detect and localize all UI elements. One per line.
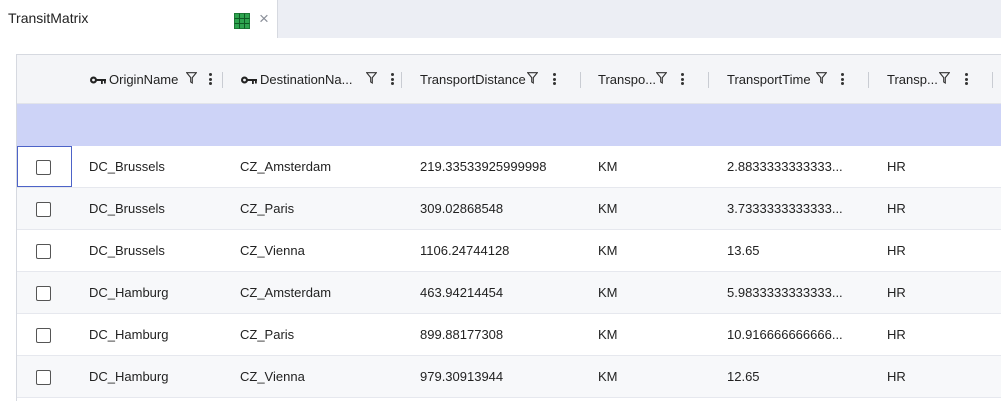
cell-distance-unit[interactable]: KM	[598, 146, 618, 188]
filter-icon[interactable]	[816, 72, 827, 84]
filter-icon[interactable]	[186, 72, 197, 84]
column-divider[interactable]	[992, 72, 993, 88]
table-row[interactable]: DC_Hamburg CZ_Amsterdam 463.94214454 KM …	[17, 272, 1001, 314]
row-select-checkbox[interactable]	[36, 160, 51, 175]
table-row[interactable]: DC_Brussels CZ_Paris 309.02868548 KM 3.7…	[17, 188, 1001, 230]
cell-time[interactable]: 12.65	[727, 356, 760, 398]
cell-distance-unit[interactable]: KM	[598, 314, 618, 356]
cell-time-unit[interactable]: HR	[887, 356, 906, 398]
cell-time-unit[interactable]: HR	[887, 146, 906, 188]
table-grid-icon	[234, 13, 250, 29]
cell-time[interactable]: 10.916666666666...	[727, 314, 843, 356]
cell-distance[interactable]: 1106.24744128	[420, 230, 509, 272]
cell-origin[interactable]: DC_Brussels	[89, 146, 165, 188]
row-select-checkbox[interactable]	[36, 370, 51, 385]
cell-distance-unit[interactable]: KM	[598, 230, 618, 272]
column-menu-icon[interactable]	[389, 72, 395, 86]
filter-icon[interactable]	[656, 72, 667, 84]
grid-header: OriginName DestinationNa... TransportDis…	[17, 55, 1001, 104]
tab-title: TransitMatrix	[8, 10, 89, 26]
row-select-checkbox[interactable]	[36, 328, 51, 343]
key-icon	[90, 76, 106, 84]
cell-distance[interactable]: 463.94214454	[420, 272, 503, 314]
column-menu-icon[interactable]	[679, 72, 685, 86]
row-select-checkbox[interactable]	[36, 244, 51, 259]
column-header-label: TransportDistance	[420, 72, 526, 87]
cell-time-unit[interactable]: HR	[887, 230, 906, 272]
tab-transit-matrix[interactable]: TransitMatrix ×	[0, 0, 278, 38]
cell-distance-unit[interactable]: KM	[598, 272, 618, 314]
column-divider[interactable]	[222, 72, 223, 88]
cell-origin[interactable]: DC_Brussels	[89, 230, 165, 272]
column-header-label: DestinationNa...	[260, 72, 353, 87]
cell-destination[interactable]: CZ_Vienna	[240, 356, 305, 398]
column-header-transport-distance[interactable]: TransportDistance	[420, 55, 526, 104]
cell-time-unit[interactable]: HR	[887, 188, 906, 230]
cell-destination[interactable]: CZ_Vienna	[240, 230, 305, 272]
table-row[interactable]: DC_Brussels CZ_Amsterdam 219.33533925999…	[17, 146, 1001, 188]
cell-time[interactable]: 13.65	[727, 230, 760, 272]
column-header-transport-time[interactable]: TransportTime	[727, 55, 811, 104]
cell-distance-unit[interactable]: KM	[598, 188, 618, 230]
column-divider[interactable]	[401, 72, 402, 88]
cell-distance[interactable]: 309.02868548	[420, 188, 503, 230]
key-icon	[241, 76, 257, 84]
cell-time-unit[interactable]: HR	[887, 314, 906, 356]
filter-icon[interactable]	[527, 72, 538, 84]
column-menu-icon[interactable]	[839, 72, 845, 86]
column-header-destination-name[interactable]: DestinationNa...	[240, 55, 353, 104]
table-row[interactable]: DC_Hamburg CZ_Paris 899.88177308 KM 10.9…	[17, 314, 1001, 356]
cell-destination[interactable]: CZ_Amsterdam	[240, 272, 331, 314]
table-row[interactable]: DC_Hamburg CZ_Vienna 979.30913944 KM 12.…	[17, 356, 1001, 398]
column-header-label: TransportTime	[727, 72, 811, 87]
cell-origin[interactable]: DC_Hamburg	[89, 272, 168, 314]
column-header-label: OriginName	[109, 72, 179, 87]
column-menu-icon[interactable]	[207, 72, 213, 86]
cell-origin[interactable]: DC_Brussels	[89, 188, 165, 230]
column-menu-icon[interactable]	[551, 72, 557, 86]
column-header-transport-distance-unit[interactable]: Transpo...	[598, 55, 656, 104]
column-menu-icon[interactable]	[963, 72, 969, 86]
tab-bar: TransitMatrix ×	[0, 0, 1001, 38]
column-header-origin-name[interactable]: OriginName	[89, 55, 178, 104]
cell-time[interactable]: 3.7333333333333...	[727, 188, 843, 230]
cell-distance[interactable]: 899.88177308	[420, 314, 503, 356]
row-select-checkbox[interactable]	[36, 286, 51, 301]
cell-distance[interactable]: 219.33533925999998	[420, 146, 547, 188]
column-divider[interactable]	[580, 72, 581, 88]
filter-icon[interactable]	[939, 72, 950, 84]
column-header-label: Transp...	[887, 72, 938, 87]
cell-origin[interactable]: DC_Hamburg	[89, 314, 168, 356]
cell-destination[interactable]: CZ_Paris	[240, 188, 294, 230]
column-divider[interactable]	[868, 72, 869, 88]
cell-time[interactable]: 2.8833333333333...	[727, 146, 843, 188]
cell-origin[interactable]: DC_Hamburg	[89, 356, 168, 398]
column-divider[interactable]	[708, 72, 709, 88]
cell-distance[interactable]: 979.30913944	[420, 356, 503, 398]
transit-matrix-grid: OriginName DestinationNa... TransportDis…	[16, 54, 1001, 401]
cell-distance-unit[interactable]: KM	[598, 356, 618, 398]
column-header-label: Transpo...	[598, 72, 657, 87]
cell-time[interactable]: 5.9833333333333...	[727, 272, 843, 314]
close-icon[interactable]: ×	[256, 10, 272, 28]
cell-destination[interactable]: CZ_Amsterdam	[240, 146, 331, 188]
row-select-checkbox[interactable]	[36, 202, 51, 217]
cell-time-unit[interactable]: HR	[887, 272, 906, 314]
cell-destination[interactable]: CZ_Paris	[240, 314, 294, 356]
column-header-transport-time-unit[interactable]: Transp...	[887, 55, 938, 104]
filter-icon[interactable]	[366, 72, 377, 84]
filter-row[interactable]	[17, 104, 1001, 146]
table-row[interactable]: DC_Brussels CZ_Vienna 1106.24744128 KM 1…	[17, 230, 1001, 272]
